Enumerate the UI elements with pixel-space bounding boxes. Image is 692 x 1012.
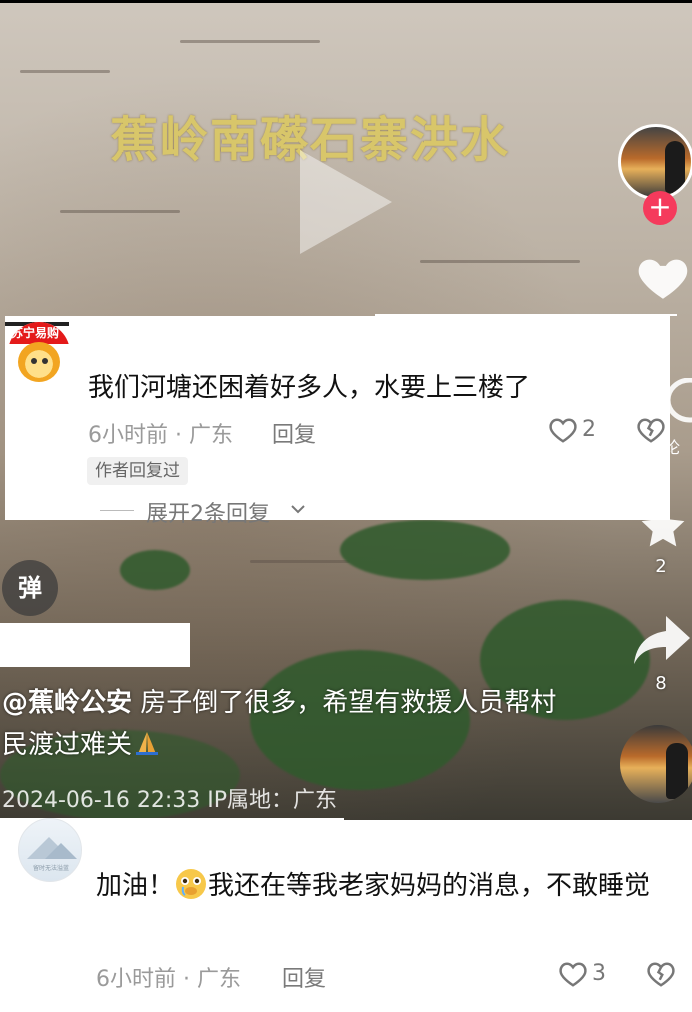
favorite-count: 2 [655,556,667,577]
author-replied-badge: 作者回复过 [87,457,188,485]
comment-text: 我们河塘还困着好多人，水要上三楼了 [88,373,531,403]
teary-face-emoji-icon [176,869,207,899]
water-streak [420,260,580,263]
comment-time-location: 6小时前 · 广东 [88,423,233,448]
reply-button[interactable]: 回复 [282,961,326,993]
comment-text: 加油！ 我还在等我老家妈妈的消息，不敢睡觉 [96,858,686,914]
comment-time-location: 6小时前 · 广东 [96,967,241,992]
water-streak [250,560,350,563]
like-count: 3 [592,961,606,986]
commenter-avatar[interactable]: 留时无法溢蓝 [18,818,82,882]
pray-emoji-icon [136,732,159,755]
dislike-icon[interactable] [646,960,676,988]
water-streak [20,70,110,73]
dislike-icon[interactable] [636,416,666,444]
creator-avatar[interactable] [618,124,692,200]
like-count: 2 [582,417,596,442]
tree-foliage [340,520,510,580]
danmu-toggle-button[interactable]: 弹 [2,560,58,616]
like-heart-icon[interactable] [558,960,588,988]
reply-button[interactable]: 回复 [272,417,316,449]
share-count: 8 [655,673,667,694]
avatar-signature-text: 留时无法溢蓝 [32,865,69,872]
comment-text-start: 加油！ [96,871,175,901]
mention-link[interactable]: @蕉岭公安 [2,688,132,718]
like-heart-icon[interactable] [548,416,578,444]
water-streak [60,210,180,213]
share-icon[interactable] [632,612,692,668]
status-strip [0,0,692,3]
author-name-placeholder [0,623,190,667]
expand-divider [100,510,134,511]
music-disc-avatar[interactable] [620,725,692,803]
tree-foliage [120,550,190,590]
chevron-down-icon[interactable] [290,502,306,516]
heart-icon[interactable] [634,248,692,306]
video-date-location: 2024-06-16 22:33 IP属地：广东 [2,788,337,813]
comment-text-rest: 我还在等我老家妈妈的消息，不敢睡觉 [208,871,651,901]
water-streak [180,40,320,43]
video-caption: @蕉岭公安 房子倒了很多，希望有救援人员帮村民渡过难关 [2,682,562,766]
avatar-logo-text: 苏宁易购 [11,326,60,340]
follow-button[interactable]: + [643,191,677,225]
play-icon[interactable] [300,150,392,254]
expand-replies-button[interactable]: 展开2条回复 [146,496,270,528]
commenter-avatar[interactable]: 苏宁易购 [8,322,70,384]
